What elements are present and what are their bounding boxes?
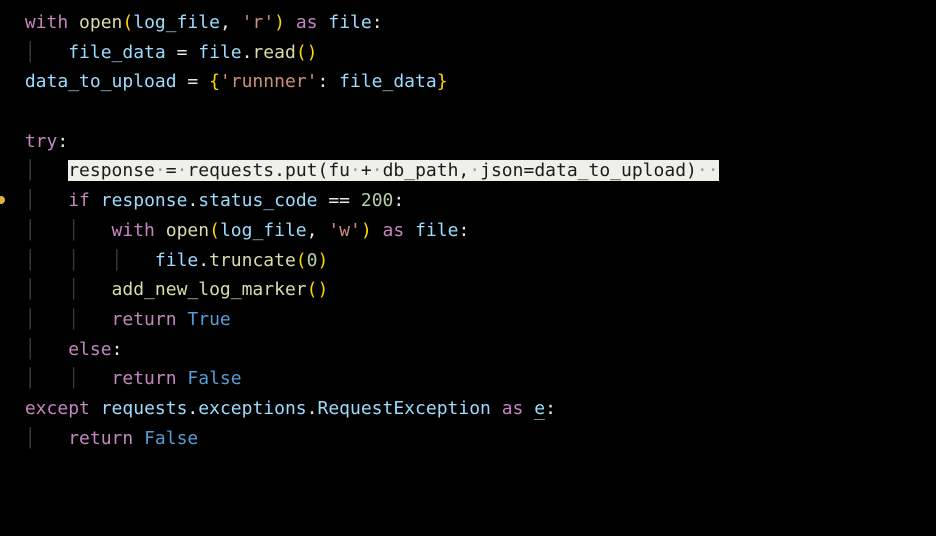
- code-line[interactable]: │ │ add_new_log_marker(): [0, 275, 936, 305]
- code-line[interactable]: data_to_upload = {'runnner': file_data}: [0, 67, 936, 97]
- code-line[interactable]: try:: [0, 127, 936, 157]
- keyword-with: with: [25, 12, 68, 33]
- highlighted-text: response·=·requests.put(fu·+·db_path,·js…: [68, 160, 718, 181]
- code-line[interactable]: │ │ return True: [0, 305, 936, 335]
- code-line-highlighted[interactable]: │ response·=·requests.put(fu·+·db_path,·…: [0, 156, 936, 186]
- code-line[interactable]: │ │ with open(log_file, 'w') as file:: [0, 216, 936, 246]
- code-line[interactable]: │ │ return False: [0, 364, 936, 394]
- code-line[interactable]: │ file_data = file.read(): [0, 38, 936, 68]
- code-line[interactable]: │ return False: [0, 424, 936, 454]
- code-editor[interactable]: with open(log_file, 'r') as file: │ file…: [0, 0, 936, 453]
- code-line[interactable]: except requests.exceptions.RequestExcept…: [0, 394, 936, 424]
- code-line[interactable]: with open(log_file, 'r') as file:: [0, 8, 936, 38]
- fn-open: open: [79, 12, 122, 33]
- code-line[interactable]: │ if response.status_code == 200:: [0, 186, 936, 216]
- variable-e: e: [534, 398, 545, 420]
- code-line[interactable]: │ else:: [0, 335, 936, 365]
- code-line[interactable]: │ │ │ file.truncate(0): [0, 246, 936, 276]
- code-line-blank[interactable]: [0, 97, 936, 127]
